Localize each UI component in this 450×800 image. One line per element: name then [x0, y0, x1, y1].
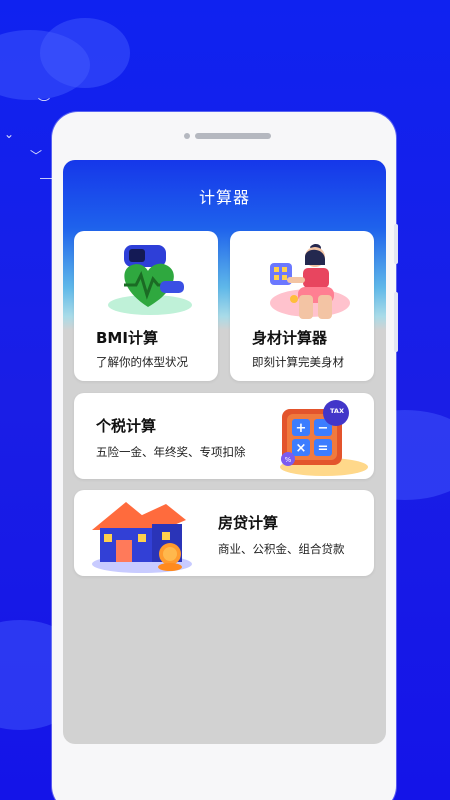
bird-icon: ﹀ — [30, 149, 43, 163]
svg-text:+: + — [296, 421, 307, 436]
tax-calculator-icon: + − × = % — [280, 400, 368, 476]
cloud — [40, 18, 130, 88]
body-card-subtitle: 即刻计算完美身材 — [252, 355, 344, 369]
bmi-card[interactable]: BMI计算 了解你的体型状况 — [74, 231, 218, 381]
bird-icon: ︶ — [38, 97, 51, 111]
mortgage-card-title: 房贷计算 — [218, 514, 279, 532]
svg-text:=: = — [318, 441, 329, 456]
mortgage-card-subtitle: 商业、公积金、组合贷款 — [218, 542, 345, 556]
phone-side-button — [394, 224, 398, 264]
phone-speaker — [195, 133, 271, 139]
app-screen: 计算器 BMI计算 了解你的体型状况 身材计算器 即刻计算完美身材 个税计算 五… — [63, 160, 386, 744]
svg-text:×: × — [296, 441, 307, 456]
phone-camera — [184, 133, 190, 139]
house-coins-icon — [92, 502, 192, 573]
bird-icon: ― — [40, 171, 52, 185]
svg-text:%: % — [285, 456, 292, 464]
svg-text:−: − — [318, 421, 329, 436]
bmi-card-subtitle: 了解你的体型状况 — [96, 355, 188, 369]
tax-badge: TAX — [330, 407, 344, 415]
heart-watch-icon — [108, 245, 192, 315]
tax-card[interactable]: 个税计算 五险一金、年终奖、专项扣除 + − × = % TAX — [74, 393, 374, 479]
phone-side-button — [394, 292, 398, 352]
bmi-card-title: BMI计算 — [96, 329, 158, 347]
tax-card-title: 个税计算 — [96, 417, 157, 435]
woman-calculator-icon — [270, 244, 350, 319]
body-calculator-card[interactable]: 身材计算器 即刻计算完美身材 — [230, 231, 374, 381]
page-title: 计算器 — [198, 188, 250, 207]
body-card-title: 身材计算器 — [252, 329, 328, 347]
bird-icon: ⌄ — [4, 127, 15, 141]
tax-card-subtitle: 五险一金、年终奖、专项扣除 — [96, 445, 246, 459]
mortgage-card[interactable]: 房贷计算 商业、公积金、组合贷款 — [74, 490, 374, 576]
